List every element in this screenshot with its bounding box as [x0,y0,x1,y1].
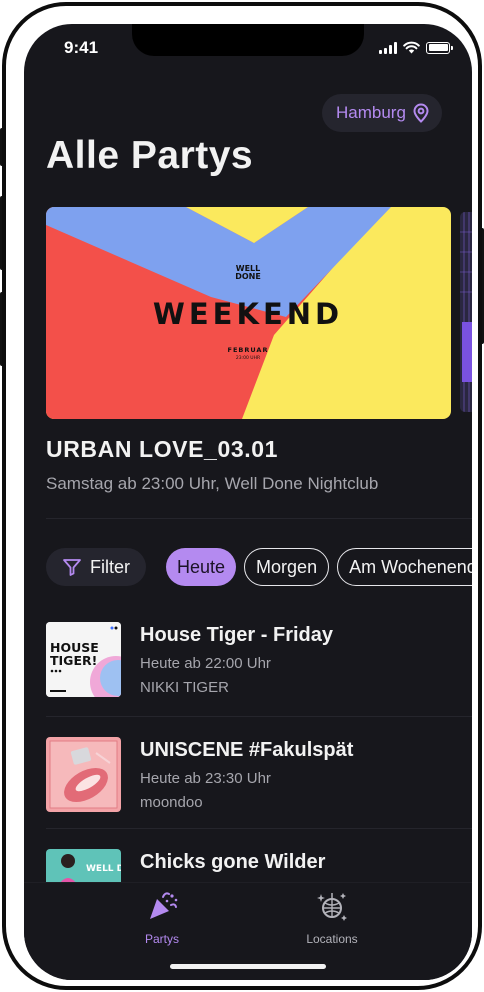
notch [132,24,364,56]
disco-ball-icon [317,893,347,921]
wifi-icon [403,41,420,54]
city-label: Hamburg [336,103,406,122]
event-thumbnail [46,737,121,812]
filter-funnel-icon [63,559,81,576]
event-thumbnail: HOUSE TIGER! [46,622,121,697]
featured-event-subtitle: Samstag ab 23:00 Uhr, Well Done Nightclu… [46,474,379,493]
event-title: Chicks gone Wilder [140,851,326,873]
event-organizer: NIKKI TIGER [140,679,229,696]
status-time: 9:41 [64,38,99,57]
event-title: UNISCENE #Fakulspät [140,739,354,761]
tab-partys-label: Partys [144,932,179,946]
location-pin-icon [413,103,429,123]
filter-row: Filter Heute Morgen Am Wochenende [46,548,472,586]
home-indicator [170,964,326,969]
list-divider [46,716,472,717]
featured-event-title[interactable]: URBAN LOVE_03.01 [46,436,278,463]
page-title: Alle Partys [46,134,254,177]
chip-am-wochenende[interactable]: Am Wochenende [337,548,472,586]
event-organizer: moondoo [140,794,203,811]
app-screen: 9:41 Hamburg Alle Partys WELL DONE WEEKE… [24,24,472,980]
list-divider [46,828,472,829]
filter-button[interactable]: Filter [46,548,146,586]
event-time: Heute ab 22:00 Uhr [140,655,271,672]
next-featured-card-peek[interactable] [460,212,472,412]
event-list-item[interactable]: UNISCENE #Fakulspät Heute ab 23:30 Uhr m… [46,737,472,837]
thumb-text: WELL DONE [86,864,121,874]
filter-label: Filter [90,556,130,577]
poster-brand-line2: DONE [235,272,261,281]
poster-month: FEBRUAR [228,346,269,354]
event-time: Heute ab 23:30 Uhr [140,770,271,787]
section-divider [46,518,472,519]
poster-headline: WEEKEND [153,297,343,331]
event-list-item[interactable]: HOUSE TIGER! House Tiger - Friday Heute … [46,622,472,722]
city-selector-button[interactable]: Hamburg [322,94,442,132]
chip-morgen[interactable]: Morgen [244,548,330,586]
tab-locations-label: Locations [306,932,358,946]
event-title: House Tiger - Friday [140,624,334,646]
party-popper-icon [150,892,178,919]
uniscene-poster-image [46,737,121,812]
featured-event-card[interactable]: WELL DONE WEEKEND FEBRUAR 23:00 UHR [46,207,451,419]
chip-heute[interactable]: Heute [166,548,237,586]
thumb-line2: TIGER! [50,653,97,668]
signal-icon [379,41,397,54]
tab-locations[interactable]: Locations [272,889,392,946]
phone-frame: 9:41 Hamburg Alle Partys WELL DONE WEEKE… [2,2,482,990]
house-tiger-poster-image: HOUSE TIGER! [46,622,121,697]
featured-poster-image: WELL DONE WEEKEND FEBRUAR 23:00 UHR [46,207,451,419]
status-icons [379,41,453,54]
next-poster-image [460,212,472,412]
tab-partys[interactable]: Partys [102,889,222,946]
poster-time: 23:00 UHR [236,355,260,361]
battery-icon [426,41,453,54]
